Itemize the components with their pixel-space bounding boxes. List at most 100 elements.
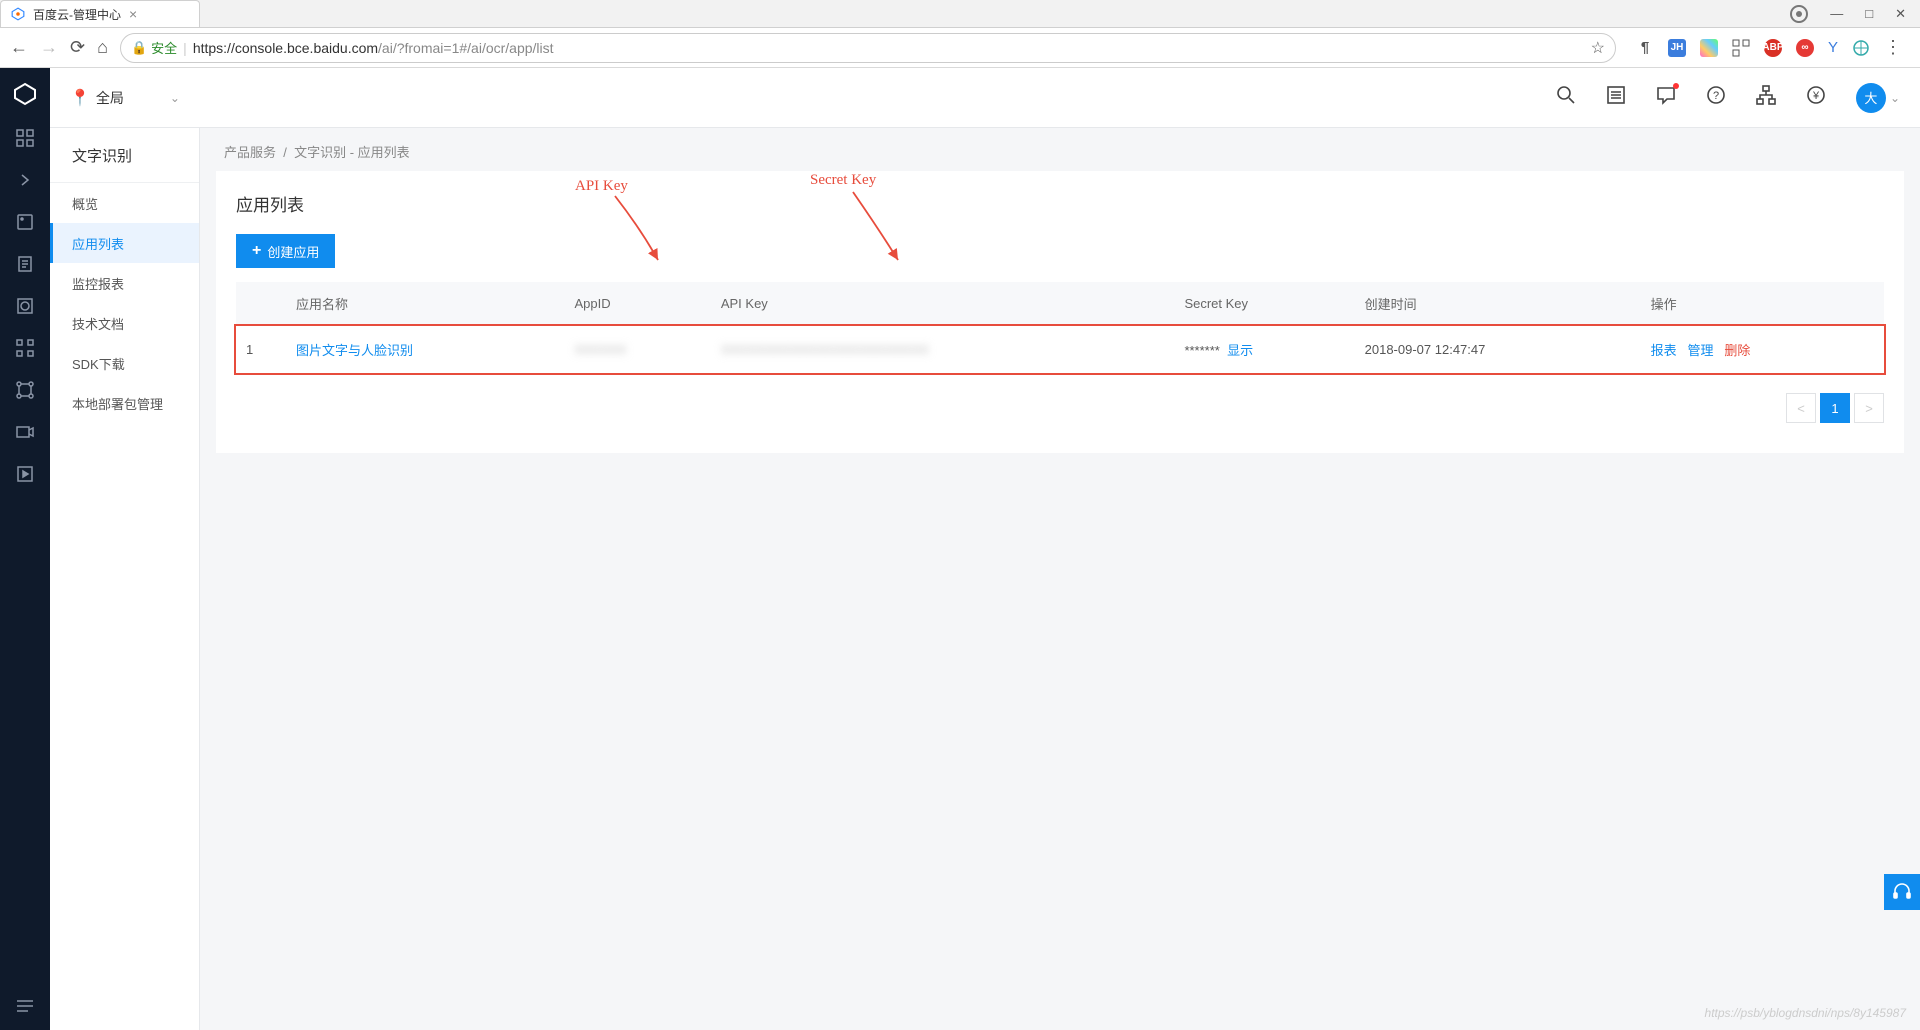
list-icon[interactable] <box>1606 85 1626 110</box>
bookmark-star-icon[interactable]: ☆ <box>1591 38 1605 58</box>
chevron-down-icon: ⌄ <box>1890 91 1900 105</box>
user-menu[interactable]: 大 ⌄ <box>1856 83 1900 113</box>
svg-text:?: ? <box>1713 90 1719 102</box>
favicon-icon <box>11 7 25 21</box>
ext-color-icon[interactable] <box>1700 39 1718 57</box>
tab-title: 百度云-管理中心 <box>33 6 121 23</box>
rail-menu-icon[interactable] <box>15 996 35 1016</box>
secret-show-link[interactable]: 显示 <box>1227 343 1253 358</box>
address-bar[interactable]: 🔒 安全 | https://console.bce.baidu.com/ai/… <box>120 33 1616 63</box>
lock-icon: 🔒 安全 <box>131 38 177 57</box>
col-appid: AppID <box>564 282 710 326</box>
browser-tab-strip: 百度云-管理中心 × — □ ✕ <box>0 0 1920 28</box>
sidebar-item-docs[interactable]: 技术文档 <box>50 303 199 343</box>
home-button[interactable]: ⌂ <box>97 37 108 58</box>
sidebar-item-overview[interactable]: 概览 <box>50 183 199 223</box>
window-minimize-icon[interactable]: — <box>1830 6 1843 21</box>
rail-doc-icon[interactable] <box>15 254 35 274</box>
page-next-button[interactable]: > <box>1854 393 1884 423</box>
table-row: 1 图片文字与人脸识别 XXXXXX XXXXXXXXXXXXXXXXXXXXX… <box>236 326 1884 374</box>
col-secret: Secret Key <box>1174 282 1354 326</box>
ext-qr-icon[interactable] <box>1732 39 1750 57</box>
rail-network-icon[interactable] <box>15 380 35 400</box>
topbar: 📍 全局 ⌄ ? ¥ 大 ⌄ <box>50 68 1920 128</box>
op-delete-link[interactable]: 删除 <box>1724 343 1750 358</box>
headset-icon <box>1892 882 1912 902</box>
divider: | <box>183 40 187 56</box>
browser-tab[interactable]: 百度云-管理中心 × <box>0 0 200 27</box>
location-icon: 📍 <box>70 88 90 108</box>
row-index: 1 <box>236 326 286 374</box>
svg-text:¥: ¥ <box>1812 90 1820 102</box>
forward-button[interactable]: → <box>40 37 58 58</box>
rail-apps-icon[interactable] <box>15 338 35 358</box>
help-icon[interactable]: ? <box>1706 85 1726 110</box>
app-table: 应用名称 AppID API Key Secret Key 创建时间 操作 1 <box>236 282 1884 373</box>
page-prev-button[interactable]: < <box>1786 393 1816 423</box>
ext-y-icon[interactable]: Y <box>1828 39 1838 56</box>
currency-icon[interactable]: ¥ <box>1806 85 1826 110</box>
app-name-link[interactable]: 图片文字与人脸识别 <box>296 343 413 358</box>
reload-button[interactable]: ⟳ <box>70 37 85 58</box>
watermark: https://psb/yblogdnsdni/nps/8y145987 <box>1705 1006 1906 1020</box>
rail-play-icon[interactable] <box>15 464 35 484</box>
col-created: 创建时间 <box>1355 282 1641 326</box>
extension-icons: ¶ JH ABP ∞ Y ⋮ <box>1628 37 1910 58</box>
ext-globe-icon[interactable] <box>1852 39 1870 57</box>
col-apikey: API Key <box>711 282 1175 326</box>
window-maximize-icon[interactable]: □ <box>1865 6 1873 21</box>
browser-toolbar: ← → ⟳ ⌂ 🔒 安全 | https://console.bce.baidu… <box>0 28 1920 68</box>
pagination: < 1 > <box>236 393 1884 423</box>
url-text: https://console.bce.baidu.com/ai/?fromai… <box>193 40 554 56</box>
ext-translate-icon[interactable]: ¶ <box>1636 39 1654 57</box>
window-close-icon[interactable]: ✕ <box>1895 6 1906 22</box>
panel: 应用列表 + 创建应用 应用名称 AppID API Key Se <box>216 171 1904 453</box>
breadcrumb: 产品服务 / 文字识别 - 应用列表 <box>200 128 1920 171</box>
rail-dashboard-icon[interactable] <box>15 128 35 148</box>
plus-icon: + <box>252 242 261 260</box>
panel-title: 应用列表 <box>236 191 1884 216</box>
rail-video-icon[interactable] <box>15 422 35 442</box>
sidebar-item-sdk[interactable]: SDK下载 <box>50 343 199 383</box>
col-name: 应用名称 <box>286 282 564 326</box>
ext-jh-icon[interactable]: JH <box>1668 39 1686 57</box>
sidebar-item-deploy[interactable]: 本地部署包管理 <box>50 383 199 423</box>
sidebar-item-app-list[interactable]: 应用列表 <box>50 223 199 263</box>
chevron-down-icon: ⌄ <box>170 91 180 105</box>
back-button[interactable]: ← <box>10 37 28 58</box>
apikey-value: XXXXXXXXXXXXXXXXXXXXXXXX <box>721 342 929 357</box>
search-icon[interactable] <box>1556 85 1576 110</box>
secret-masked: ******* <box>1184 343 1219 358</box>
content-area: 产品服务 / 文字识别 - 应用列表 API Key Secret Key 应用… <box>200 128 1920 1030</box>
created-value: 2018-09-07 12:47:47 <box>1355 326 1641 374</box>
page-number-button[interactable]: 1 <box>1820 393 1850 423</box>
sidebar: 文字识别 概览 应用列表 监控报表 技术文档 SDK下载 本地部署包管理 <box>50 128 200 1030</box>
logo-icon[interactable] <box>13 82 37 106</box>
tab-close-icon[interactable]: × <box>129 6 137 22</box>
create-app-label: 创建应用 <box>267 242 319 261</box>
col-ops: 操作 <box>1641 282 1884 326</box>
sidebar-item-monitor[interactable]: 监控报表 <box>50 263 199 303</box>
region-selector[interactable]: 📍 全局 ⌄ <box>70 88 180 108</box>
rail-server-icon[interactable] <box>15 212 35 232</box>
product-rail <box>0 68 50 1030</box>
ext-infinity-icon[interactable]: ∞ <box>1796 39 1814 57</box>
sidebar-title: 文字识别 <box>50 128 199 183</box>
op-report-link[interactable]: 报表 <box>1651 343 1677 358</box>
window-controls: — □ ✕ <box>1776 0 1920 27</box>
breadcrumb-root[interactable]: 产品服务 <box>224 145 276 160</box>
sitemap-icon[interactable] <box>1756 85 1776 110</box>
create-app-button[interactable]: + 创建应用 <box>236 234 335 268</box>
rail-circle-icon[interactable] <box>15 296 35 316</box>
profile-icon[interactable] <box>1790 5 1808 23</box>
message-icon[interactable] <box>1656 85 1676 110</box>
appid-value: XXXXXX <box>574 342 626 357</box>
avatar: 大 <box>1856 83 1886 113</box>
op-manage-link[interactable]: 管理 <box>1687 343 1713 358</box>
breadcrumb-leaf: 文字识别 - 应用列表 <box>294 145 410 160</box>
support-button[interactable] <box>1884 874 1920 910</box>
region-label: 全局 <box>96 88 124 108</box>
browser-menu-icon[interactable]: ⋮ <box>1884 37 1902 58</box>
rail-chevron-icon[interactable] <box>15 170 35 190</box>
ext-abp-icon[interactable]: ABP <box>1764 39 1782 57</box>
